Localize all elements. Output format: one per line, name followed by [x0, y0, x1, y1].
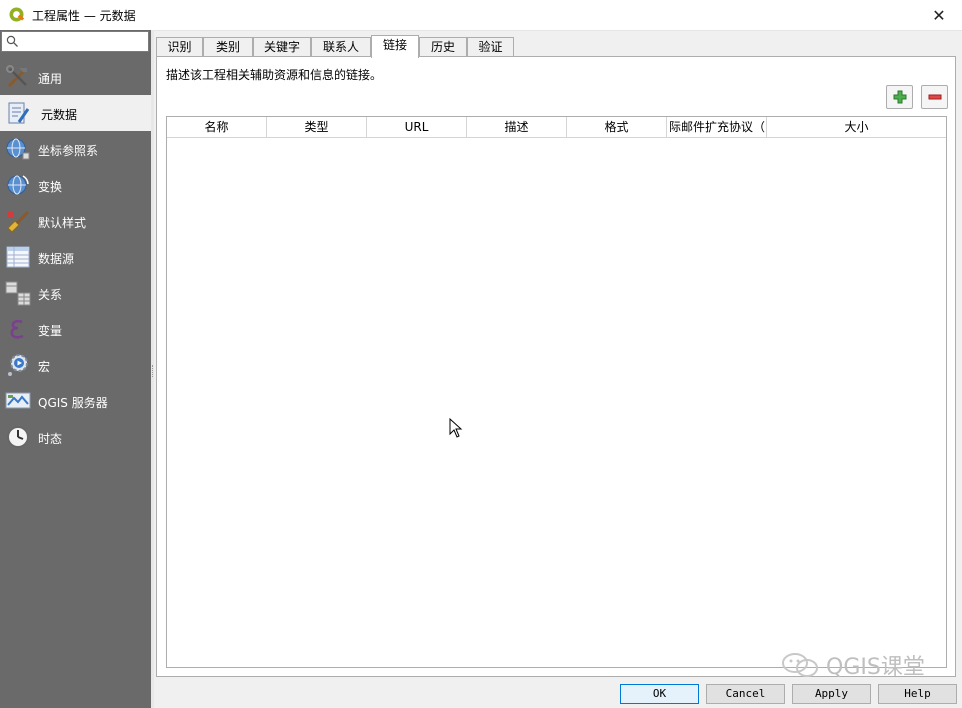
sidebar-item-relations[interactable]: 关系: [0, 275, 151, 311]
remove-link-button[interactable]: [921, 85, 948, 109]
qgis-logo-icon: [9, 7, 25, 22]
sidebar-item-crs[interactable]: 坐标参照系: [0, 131, 151, 167]
tab-validation[interactable]: 验证: [467, 37, 514, 57]
column-header-type[interactable]: 类型: [267, 117, 367, 137]
mouse-cursor-icon: [449, 418, 463, 438]
tab-identification[interactable]: 识别: [156, 37, 203, 57]
sidebar-item-transform[interactable]: 变换: [0, 167, 151, 203]
sidebar-item-label: 变量: [38, 324, 63, 338]
ok-button[interactable]: OK: [620, 684, 699, 704]
tab-links[interactable]: 链接: [371, 35, 419, 58]
title-bar: 工程属性 — 元数据 ✕: [0, 0, 962, 31]
tab-categories[interactable]: 类别: [203, 37, 253, 57]
cancel-button[interactable]: Cancel: [706, 684, 785, 704]
wechat-icon: [782, 653, 818, 677]
close-button[interactable]: ✕: [916, 0, 962, 30]
map-server-icon: [5, 392, 31, 409]
clock-icon: [7, 426, 29, 448]
help-button[interactable]: Help: [878, 684, 957, 704]
sidebar-item-label: 默认样式: [38, 216, 87, 230]
links-table-header: 名称 类型 URL 描述 格式 际邮件扩充协议（ 大小: [167, 117, 946, 138]
tools-icon: [6, 65, 27, 88]
sidebar-item-label: QGIS 服务器: [38, 396, 108, 410]
column-header-size[interactable]: 大小: [767, 117, 946, 137]
epsilon-icon: [10, 319, 24, 339]
window-title: 工程属性 — 元数据: [32, 9, 136, 23]
sidebar-item-default-styles[interactable]: 默认样式: [0, 203, 151, 239]
column-header-name[interactable]: 名称: [167, 117, 267, 137]
sidebar-item-label: 关系: [38, 288, 63, 302]
relations-icon: [5, 281, 31, 306]
tab-keywords[interactable]: 关键字: [253, 37, 311, 57]
sidebar-item-label: 时态: [38, 432, 63, 446]
sidebar-item-variables[interactable]: 变量: [0, 311, 151, 347]
column-header-url[interactable]: URL: [367, 117, 467, 137]
sidebar-item-label: 宏: [38, 360, 51, 374]
search-box[interactable]: [1, 31, 149, 52]
column-header-mime-type[interactable]: 际邮件扩充协议（: [667, 117, 767, 137]
watermark-text: QGIS课堂: [826, 655, 925, 680]
search-icon: [6, 35, 18, 47]
links-table[interactable]: 名称 类型 URL 描述 格式 际邮件扩充协议（ 大小: [166, 116, 947, 668]
column-header-format[interactable]: 格式: [567, 117, 667, 137]
sidebar-item-qgis-server[interactable]: QGIS 服务器: [0, 383, 151, 419]
sidebar-item-label: 变换: [38, 180, 63, 194]
globe-crs-icon: [6, 138, 30, 160]
sidebar-item-general[interactable]: 通用: [0, 59, 151, 95]
sidebar-item-macros[interactable]: 宏: [0, 347, 151, 383]
sidebar-item-label: 坐标参照系: [38, 144, 99, 158]
close-icon: ✕: [932, 5, 946, 25]
sidebar-item-label: 通用: [38, 72, 63, 86]
column-header-description[interactable]: 描述: [467, 117, 567, 137]
watermark: QGIS课堂: [780, 650, 925, 680]
search-input[interactable]: [20, 33, 148, 52]
sidebar-item-label: 数据源: [38, 252, 75, 266]
sidebar-item-metadata[interactable]: 元数据: [0, 95, 151, 131]
links-description: 描述该工程相关辅助资源和信息的链接。: [166, 68, 383, 82]
minus-icon: [928, 94, 941, 100]
sidebar-item-data-sources[interactable]: 数据源: [0, 239, 151, 275]
metadata-edit-icon: [8, 102, 30, 124]
tab-history[interactable]: 历史: [419, 37, 467, 57]
sidebar-nav: 通用 元数据 坐标参照系 变换 默认样式 数据源 关系 变量 宏 QGIS 服务…: [0, 59, 151, 455]
globe-transform-icon: [7, 175, 29, 195]
sidebar-item-temporal[interactable]: 时态: [0, 419, 151, 455]
paint-brush-icon: [7, 210, 30, 233]
sidebar-item-label: 元数据: [41, 108, 78, 122]
splitter-grip: [152, 365, 154, 377]
table-icon: [6, 246, 30, 268]
links-panel: 描述该工程相关辅助资源和信息的链接。 名称 类型 URL 描述 格式 际邮件扩充…: [156, 56, 956, 677]
tab-contacts[interactable]: 联系人: [311, 37, 371, 57]
add-link-button[interactable]: [886, 85, 913, 109]
apply-button[interactable]: Apply: [792, 684, 871, 704]
gear-play-icon: [8, 354, 28, 376]
plus-icon: [893, 90, 906, 104]
sidebar: 通用 元数据 坐标参照系 变换 默认样式 数据源 关系 变量 宏 QGIS 服务…: [0, 30, 151, 708]
